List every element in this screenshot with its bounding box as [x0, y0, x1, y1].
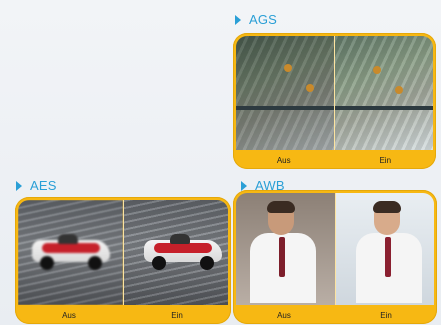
arrow-icon — [16, 180, 22, 191]
section-title-aes-label: AES — [30, 178, 57, 193]
aes-comparison-card: Aus Ein — [15, 197, 231, 324]
awb-photo-off — [236, 193, 335, 305]
section-title-aes: AES — [16, 178, 57, 193]
awb-caption-on: Ein — [380, 311, 392, 320]
section-title-ags-label: AGS — [249, 12, 278, 27]
aes-comparison-photo — [18, 200, 228, 305]
awb-caption-off: Aus — [277, 311, 291, 320]
aes-photo-off — [18, 200, 123, 305]
ags-comparison-card: Aus Ein — [233, 33, 436, 169]
ags-photo-off — [236, 36, 334, 150]
ags-comparison-photo — [236, 36, 433, 150]
ags-caption-off: Aus — [276, 156, 291, 165]
ags-photo-on — [334, 36, 433, 150]
arrow-icon — [241, 180, 247, 191]
aes-caption-off: Aus — [62, 311, 76, 320]
arrow-icon — [235, 14, 241, 25]
aes-caption-on: Ein — [171, 311, 183, 320]
aes-photo-on — [122, 200, 228, 305]
ags-caption-on: Ein — [379, 156, 392, 165]
awb-comparison-card: Aus Ein — [233, 190, 437, 324]
section-title-ags: AGS — [235, 12, 277, 27]
awb-photo-on — [334, 193, 434, 305]
awb-comparison-photo — [236, 193, 434, 305]
